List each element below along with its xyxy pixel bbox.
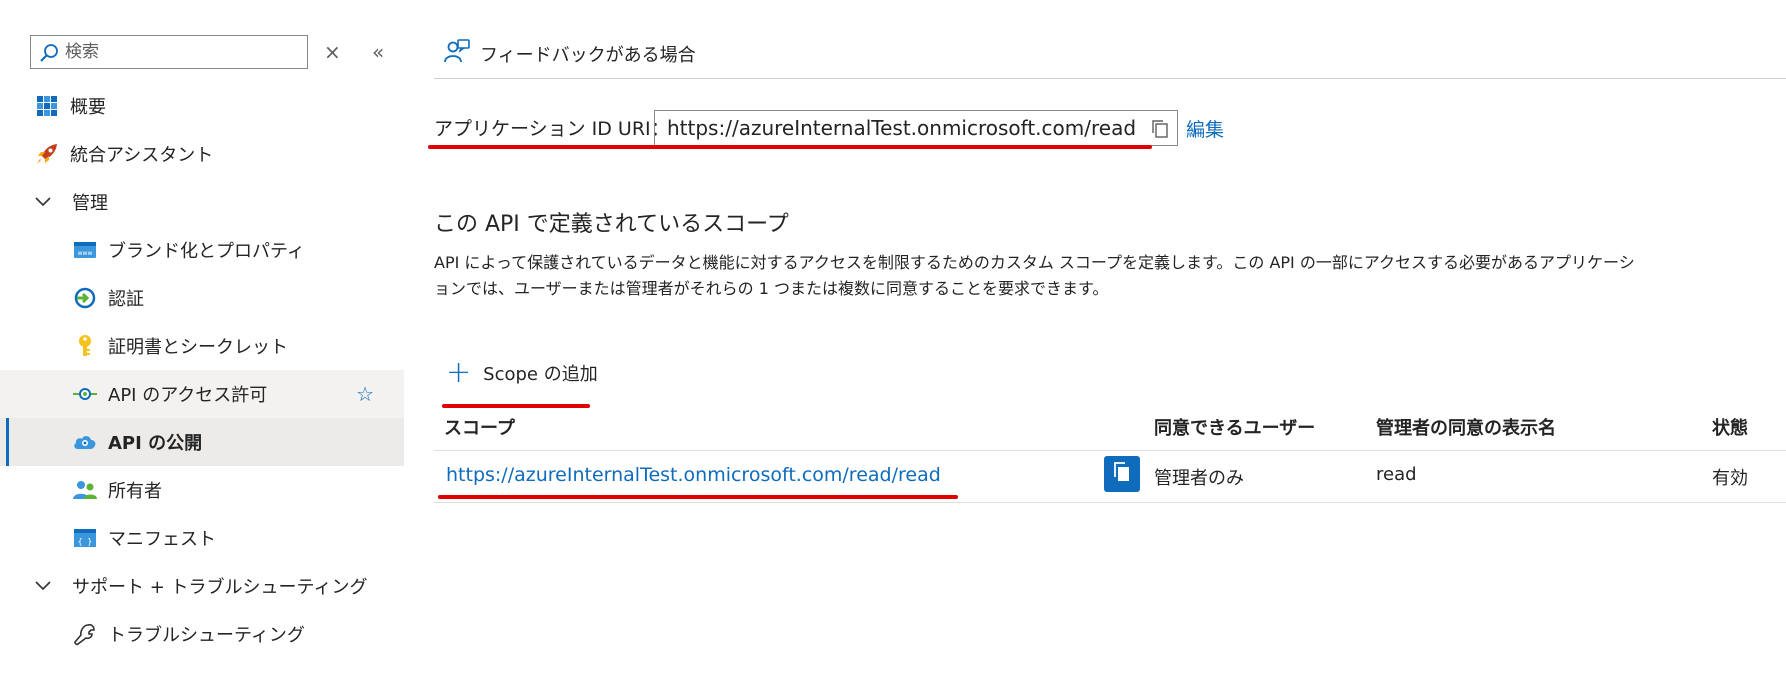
sidebar-group-label: 管理 — [72, 193, 108, 214]
sidebar-group-manage[interactable]: 管理 — [0, 178, 404, 226]
close-icon[interactable]: × — [324, 40, 341, 64]
sidebar-item-owners[interactable]: 所有者 — [0, 466, 404, 514]
feedback-button[interactable]: フィードバックがある場合 — [444, 38, 696, 69]
sidebar-group-support[interactable]: サポート + トラブルシューティング — [0, 562, 404, 610]
column-header-state: 状態 — [1712, 418, 1748, 439]
sidebar-item-label: 証明書とシークレット — [108, 337, 288, 358]
annotation-underline — [438, 495, 958, 499]
annotation-underline — [442, 404, 590, 408]
owners-icon — [72, 477, 98, 503]
application-id-uri-field[interactable]: https://azureInternalTest.onmicrosoft.co… — [654, 110, 1178, 146]
sidebar-item-api-permissions[interactable]: API のアクセス許可 ☆ — [0, 370, 404, 418]
plus-icon: + — [446, 355, 472, 390]
consent-cell: 管理者のみ — [1154, 468, 1244, 489]
sidebar-item-label: 所有者 — [108, 481, 162, 502]
main-content: フィードバックがある場合 アプリケーション ID URI： https://az… — [428, 0, 1786, 673]
wrench-icon — [72, 621, 98, 647]
divider — [434, 78, 1786, 79]
svg-text:{ }: { } — [78, 537, 92, 546]
edit-link[interactable]: 編集 — [1186, 115, 1224, 142]
add-scope-label: Scope の追加 — [483, 364, 598, 385]
sidebar-item-integration-assistant[interactable]: 統合アシスタント — [0, 130, 404, 178]
search-icon — [39, 43, 59, 67]
application-id-uri-value: https://azureInternalTest.onmicrosoft.co… — [667, 116, 1137, 140]
column-header-consent: 同意できるユーザー — [1154, 418, 1316, 439]
sidebar-item-branding[interactable]: www ブランド化とプロパティ — [0, 226, 404, 274]
api-permissions-icon — [72, 381, 98, 407]
sidebar: × « 概要 統合アシスタント 管理 — [0, 0, 404, 673]
chevron-down-icon — [34, 580, 54, 592]
sidebar-item-label: トラブルシューティング — [108, 625, 305, 646]
annotation-underline — [428, 145, 1152, 149]
table-row-divider — [434, 502, 1786, 503]
copy-scope-button[interactable] — [1104, 456, 1140, 492]
search-input[interactable] — [65, 40, 297, 64]
state-cell: 有効 — [1712, 468, 1748, 489]
sidebar-group-label: サポート + トラブルシューティング — [72, 577, 368, 598]
section-title: この API で定義されているスコープ — [434, 212, 789, 237]
sidebar-item-label: 統合アシスタント — [70, 145, 214, 166]
sidebar-item-authentication[interactable]: 認証 — [0, 274, 404, 322]
sidebar-item-certificates-secrets[interactable]: 証明書とシークレット — [0, 322, 404, 370]
application-id-uri-label: アプリケーション ID URI： — [434, 118, 670, 140]
sidebar-item-label: 認証 — [108, 289, 144, 310]
key-icon — [72, 333, 98, 359]
manifest-icon: { } — [72, 525, 98, 551]
sidebar-item-manifest[interactable]: { } マニフェスト — [0, 514, 404, 562]
authentication-icon — [72, 285, 98, 311]
feedback-label: フィードバックがある場合 — [480, 44, 696, 66]
sidebar-item-label: API のアクセス許可 — [108, 385, 268, 406]
sidebar-item-overview[interactable]: 概要 — [0, 82, 404, 130]
sidebar-item-label: ブランド化とプロパティ — [108, 241, 305, 262]
copy-icon[interactable] — [1151, 119, 1169, 144]
sidebar-item-expose-api[interactable]: API の公開 — [0, 418, 404, 466]
copy-icon — [1113, 461, 1131, 487]
star-icon[interactable]: ☆ — [356, 382, 374, 406]
column-header-scope: スコープ — [444, 418, 515, 439]
feedback-icon — [444, 38, 480, 69]
sidebar-item-troubleshooting[interactable]: トラブルシューティング — [0, 610, 404, 658]
branding-icon: www — [72, 237, 98, 263]
rocket-icon — [34, 141, 60, 167]
chevron-down-icon — [34, 196, 54, 208]
collapse-sidebar-icon[interactable]: « — [372, 40, 384, 64]
table-header-divider — [434, 450, 1786, 451]
expose-api-cloud-icon — [72, 429, 98, 455]
sidebar-item-label: 概要 — [70, 97, 106, 118]
svg-text:www: www — [78, 250, 93, 257]
section-description: API によって保護されているデータと機能に対するアクセスを制限するためのカスタ… — [434, 253, 1635, 298]
overview-grid-icon — [34, 93, 60, 119]
admin-display-name-cell: read — [1376, 464, 1417, 485]
add-scope-button[interactable]: + Scope の追加 — [446, 355, 598, 390]
search-box[interactable] — [30, 35, 308, 69]
sidebar-item-label: マニフェスト — [108, 529, 216, 550]
scope-link[interactable]: https://azureInternalTest.onmicrosoft.co… — [446, 464, 941, 486]
sidebar-item-label: API の公開 — [108, 433, 203, 454]
column-header-admin-display-name: 管理者の同意の表示名 — [1376, 418, 1556, 439]
